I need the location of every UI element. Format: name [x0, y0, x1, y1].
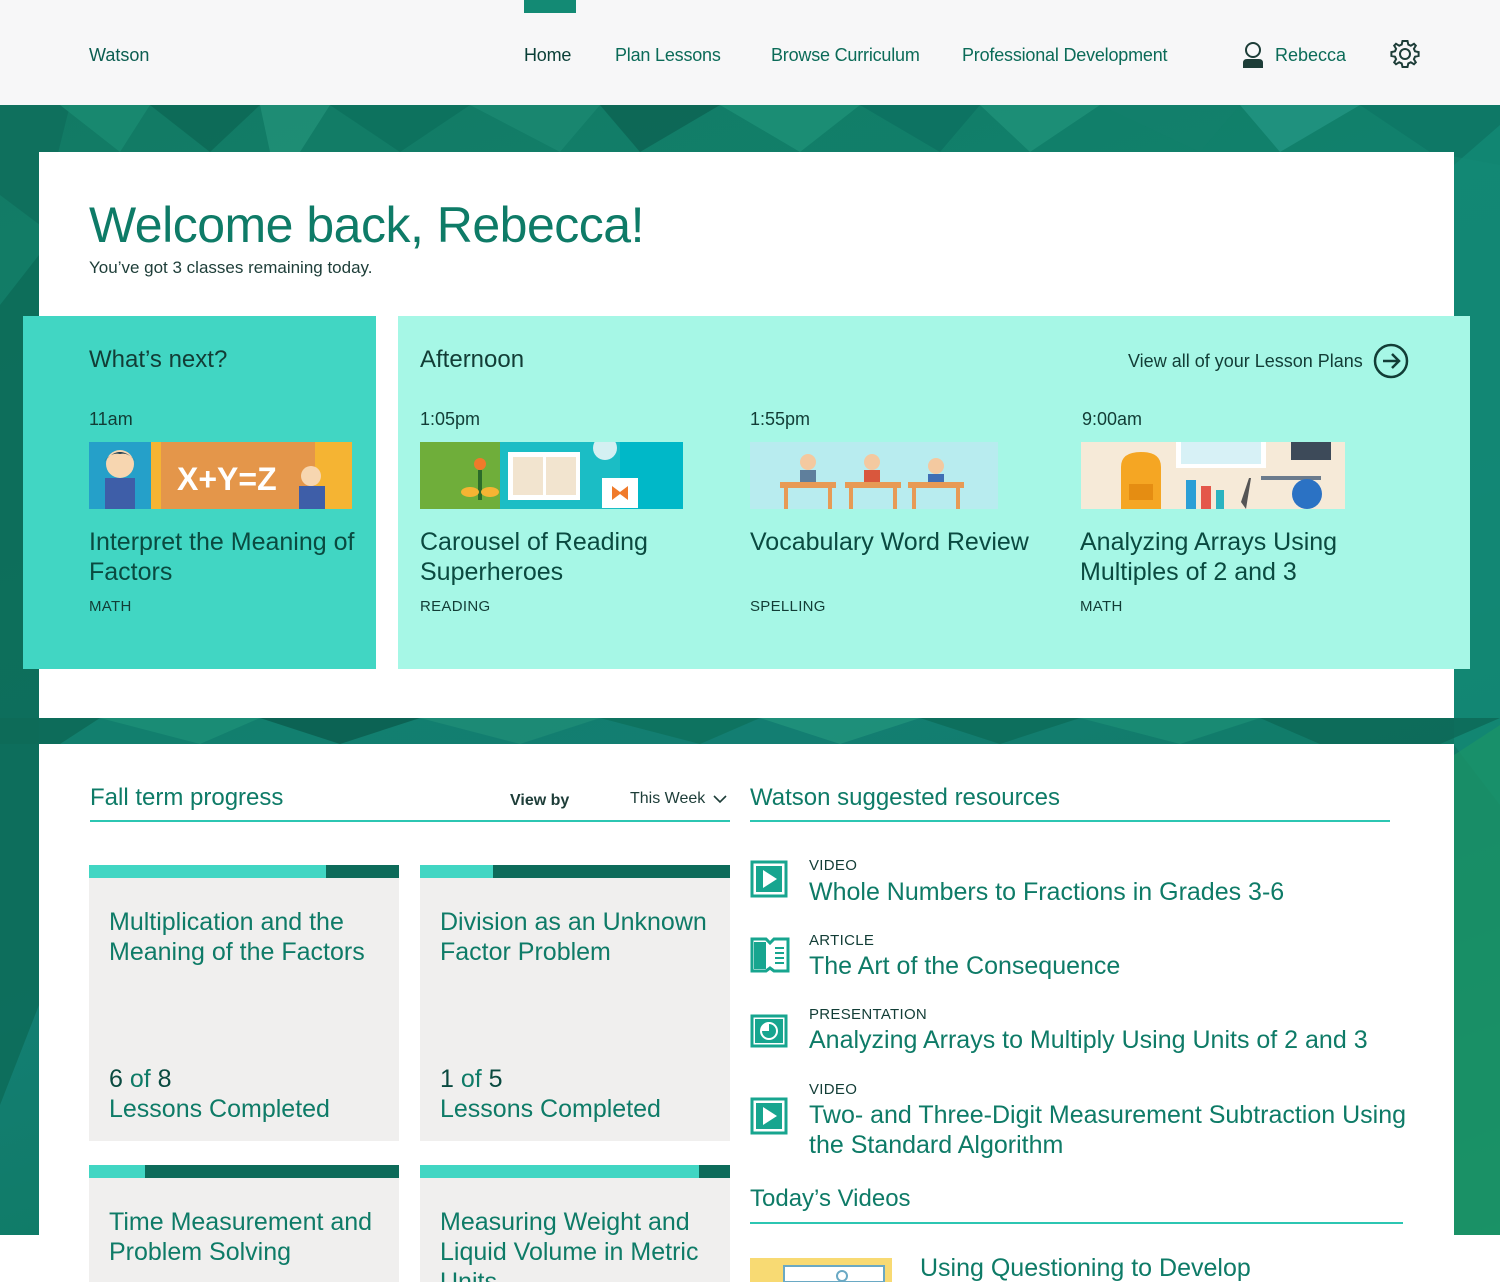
lesson-time: 11am: [89, 409, 133, 429]
nav-home[interactable]: Home: [524, 45, 571, 66]
lesson-time: 1:05pm: [420, 409, 481, 429]
afternoon-heading: Afternoon: [420, 346, 525, 373]
completed-count: 6: [109, 1065, 123, 1093]
view-all-label: View all of your Lesson Plans: [1128, 350, 1363, 371]
resource-item[interactable]: PRESENTATION Analyzing Arrays to Multipl…: [750, 1006, 1390, 1066]
progress-caption: Lessons Completed: [440, 1095, 661, 1123]
completed-count: 1: [440, 1065, 454, 1093]
resource-type: PRESENTATION: [809, 1006, 928, 1023]
progress-bar: [89, 1165, 399, 1178]
resource-title: Whole Numbers to Fractions in Grades 3-6: [809, 878, 1285, 906]
view-all-lesson-plans-link[interactable]: View all of your Lesson Plans: [1128, 343, 1409, 379]
total-count: 8: [157, 1065, 172, 1093]
progress-card[interactable]: Division as an Unknown Factor Problem 1 …: [420, 865, 730, 1141]
of-label: of: [460, 1065, 482, 1093]
suggested-resources-heading: Watson suggested resources: [750, 784, 1060, 811]
progress-card-title: Division as an Unknown Factor Problem: [440, 908, 707, 966]
view-by-select[interactable]: This Week: [630, 790, 727, 808]
resource-item[interactable]: ARTICLE The Art of the Consequence: [750, 932, 1390, 992]
lesson-title[interactable]: Carousel of Reading Superheroes: [420, 527, 700, 587]
user-name: Rebecca: [1275, 44, 1347, 65]
fall-term-progress-heading: Fall term progress: [90, 784, 284, 811]
progress-fill: [420, 865, 493, 878]
lesson-thumbnail[interactable]: [420, 442, 683, 509]
progress-bar: [420, 1165, 730, 1178]
video-icon: [750, 1097, 788, 1135]
user-menu[interactable]: Rebecca: [1241, 40, 1346, 70]
lesson-thumbnail[interactable]: X+Y=Z: [89, 442, 352, 509]
welcome-subtitle: You’ve got 3 classes remaining today.: [89, 258, 373, 277]
progress-fill: [89, 865, 327, 878]
progress-count: 6 of 8: [109, 1065, 172, 1094]
lesson-thumbnail[interactable]: [750, 442, 998, 509]
progress-divider: [90, 820, 730, 822]
progress-bar: [420, 865, 730, 878]
progress-count: 1 of 5: [440, 1065, 503, 1094]
user-icon: [1243, 42, 1263, 68]
lesson-thumbnail[interactable]: [1081, 442, 1345, 509]
progress-card-title: Multiplication and the Meaning of the Fa…: [109, 908, 365, 966]
video-title[interactable]: Using Questioning to Develop: [920, 1254, 1251, 1282]
resource-title: Two- and Three-Digit Measurement Subtrac…: [809, 1101, 1407, 1159]
progress-fill: [89, 1165, 145, 1178]
progress-fill: [420, 1165, 699, 1178]
top-navigation-bar: Watson Home Plan Lessons Browse Curricul…: [0, 0, 1500, 105]
view-by-value: This Week: [630, 790, 706, 807]
progress-card-title: Time Measurement and Problem Solving: [109, 1208, 373, 1266]
progress-bar: [89, 865, 399, 878]
lesson-subject: MATH: [89, 598, 132, 615]
resources-divider: [750, 820, 1390, 822]
lesson-title[interactable]: Analyzing Arrays Using Multiples of 2 an…: [1080, 527, 1380, 587]
resource-item[interactable]: VIDEO Whole Numbers to Fractions in Grad…: [750, 857, 1390, 917]
arrow-right-circle-icon: [1373, 343, 1409, 379]
view-by-label: View by: [510, 792, 570, 809]
total-count: 5: [488, 1065, 503, 1093]
todays-videos-heading: Today’s Videos: [750, 1185, 911, 1212]
chevron-down-icon: [713, 795, 727, 804]
welcome-title: Welcome back, Rebecca!: [89, 197, 645, 253]
resource-type: VIDEO: [809, 857, 858, 874]
resource-title: Analyzing Arrays to Multiply Using Units…: [809, 1026, 1368, 1054]
active-nav-indicator: [524, 0, 576, 13]
lesson-subject: SPELLING: [750, 598, 826, 615]
presentation-icon: [750, 1014, 788, 1048]
video-thumbnail[interactable]: [750, 1258, 892, 1282]
article-icon: [750, 937, 790, 973]
videos-divider: [750, 1222, 1403, 1224]
lesson-title[interactable]: Vocabulary Word Review: [750, 527, 1030, 557]
resource-type: ARTICLE: [809, 932, 875, 949]
progress-card[interactable]: Measuring Weight and Liquid Volume in Me…: [420, 1165, 730, 1282]
resource-type: VIDEO: [809, 1081, 858, 1098]
of-label: of: [129, 1065, 151, 1093]
lesson-time: 1:55pm: [750, 409, 811, 429]
lesson-subject: READING: [420, 598, 491, 615]
progress-card[interactable]: Multiplication and the Meaning of the Fa…: [89, 865, 399, 1141]
nav-plan-lessons[interactable]: Plan Lessons: [615, 45, 721, 66]
progress-card[interactable]: Time Measurement and Problem Solving: [89, 1165, 399, 1282]
progress-card-title: Measuring Weight and Liquid Volume in Me…: [440, 1208, 699, 1282]
progress-caption: Lessons Completed: [109, 1095, 330, 1123]
brand-logo[interactable]: Watson: [89, 45, 149, 66]
thumb-equation: X+Y=Z: [177, 461, 277, 497]
lesson-title[interactable]: Interpret the Meaning of Factors: [89, 527, 369, 587]
lesson-time: 9:00am: [1082, 409, 1143, 429]
nav-browse-curriculum[interactable]: Browse Curriculum: [771, 45, 920, 66]
resource-title: The Art of the Consequence: [809, 952, 1121, 980]
video-icon: [750, 860, 788, 898]
whats-next-heading: What’s next?: [89, 346, 228, 373]
resource-item[interactable]: VIDEO Two- and Three-Digit Measurement S…: [750, 1081, 1406, 1161]
gear-icon[interactable]: [1389, 38, 1421, 70]
lesson-subject: MATH: [1080, 598, 1123, 615]
nav-professional-development[interactable]: Professional Development: [962, 45, 1168, 66]
